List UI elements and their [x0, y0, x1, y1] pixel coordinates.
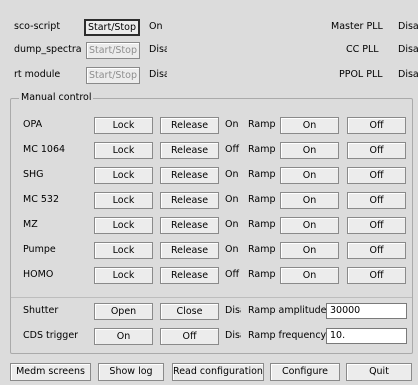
lock-button[interactable]: Lock [94, 192, 153, 209]
lock-button[interactable]: Lock [94, 142, 153, 159]
release-button[interactable]: Release [160, 267, 219, 284]
configure-button[interactable]: Configure [270, 363, 340, 381]
cds-trigger-on-button[interactable]: On [94, 328, 153, 345]
release-button[interactable]: Release [160, 217, 219, 234]
shutter-open-button[interactable]: Open [94, 303, 153, 320]
dump-spectra-label: dump_spectra [14, 44, 82, 55]
sco-script-start-stop-button[interactable]: Start/Stop [84, 19, 140, 36]
group-separator [11, 297, 412, 298]
ramp-on-button[interactable]: On [280, 167, 339, 184]
ramp-on-button[interactable]: On [280, 117, 339, 134]
ramp-off-button[interactable]: Off [347, 267, 406, 284]
cds-trigger-off-button[interactable]: Off [160, 328, 219, 345]
ramp-label: Ramp [248, 269, 276, 280]
ramp-label: Ramp [248, 194, 276, 205]
dump-spectra-status: Disabled [149, 44, 167, 55]
ramp-on-button[interactable]: On [280, 142, 339, 159]
ramp-on-button[interactable]: On [280, 192, 339, 209]
ppol-pll-label: PPOL PLL [339, 69, 383, 80]
release-button[interactable]: Release [160, 167, 219, 184]
cc-pll-label: CC PLL [346, 44, 379, 55]
ramp-amplitude-label: Ramp amplitude [248, 305, 327, 316]
state-status: On [225, 169, 239, 180]
rt-module-start-stop-button[interactable]: Start/Stop [86, 67, 140, 84]
control-panel-window: sco-script Start/Stop On dump_spectra St… [0, 0, 418, 385]
rt-module-status: Disabled [149, 69, 167, 80]
device-label: MC 532 [23, 194, 59, 205]
cds-trigger-status: Disabled [225, 330, 241, 341]
shutter-close-button[interactable]: Close [160, 303, 219, 320]
release-button[interactable]: Release [160, 242, 219, 259]
lock-button[interactable]: Lock [94, 267, 153, 284]
master-pll-status: Disabled [398, 21, 418, 32]
ramp-frequency-input[interactable]: 10. [326, 328, 407, 344]
release-button[interactable]: Release [160, 117, 219, 134]
quit-button[interactable]: Quit [346, 363, 412, 381]
cds-trigger-label: CDS trigger [23, 330, 79, 341]
device-label: OPA [23, 119, 43, 130]
cc-pll-status: Disabled [398, 44, 418, 55]
ramp-label: Ramp [248, 144, 276, 155]
state-status: On [225, 219, 239, 230]
sco-script-label: sco-script [14, 21, 61, 32]
ramp-amplitude-input[interactable]: 30000 [326, 303, 407, 319]
ramp-on-button[interactable]: On [280, 242, 339, 259]
device-label: MC 1064 [23, 144, 66, 155]
shutter-status: Disabled [225, 305, 241, 316]
shutter-label: Shutter [23, 305, 59, 316]
ramp-off-button[interactable]: Off [347, 192, 406, 209]
lock-button[interactable]: Lock [94, 117, 153, 134]
ramp-label: Ramp [248, 169, 276, 180]
ramp-frequency-label: Ramp frequency [248, 330, 327, 341]
show-log-button[interactable]: Show log [98, 363, 164, 381]
rt-module-label: rt module [14, 69, 61, 80]
ramp-on-button[interactable]: On [280, 267, 339, 284]
device-label: HOMO [23, 269, 54, 280]
medm-screens-button[interactable]: Medm screens [10, 363, 91, 381]
lock-button[interactable]: Lock [94, 167, 153, 184]
ramp-off-button[interactable]: Off [347, 242, 406, 259]
device-label: SHG [23, 169, 44, 180]
state-status: On [225, 244, 239, 255]
state-status: On [225, 194, 239, 205]
ramp-off-button[interactable]: Off [347, 167, 406, 184]
dump-spectra-start-stop-button[interactable]: Start/Stop [86, 42, 140, 59]
ramp-label: Ramp [248, 219, 276, 230]
lock-button[interactable]: Lock [94, 242, 153, 259]
read-configuration-button[interactable]: Read configuration [172, 363, 264, 381]
ramp-off-button[interactable]: Off [347, 142, 406, 159]
release-button[interactable]: Release [160, 192, 219, 209]
ppol-pll-status: Disabled [398, 69, 418, 80]
lock-button[interactable]: Lock [94, 217, 153, 234]
state-status: Off [225, 144, 240, 155]
ramp-off-button[interactable]: Off [347, 217, 406, 234]
state-status: On [225, 119, 239, 130]
ramp-off-button[interactable]: Off [347, 117, 406, 134]
ramp-label: Ramp [248, 244, 276, 255]
device-label: Pumpe [23, 244, 56, 255]
device-label: MZ [23, 219, 38, 230]
state-status: Off [225, 269, 240, 280]
manual-control-title: Manual control [19, 92, 94, 104]
ramp-label: Ramp [248, 119, 276, 130]
ramp-on-button[interactable]: On [280, 217, 339, 234]
release-button[interactable]: Release [160, 142, 219, 159]
sco-script-status: On [149, 21, 163, 32]
master-pll-label: Master PLL [331, 21, 383, 32]
